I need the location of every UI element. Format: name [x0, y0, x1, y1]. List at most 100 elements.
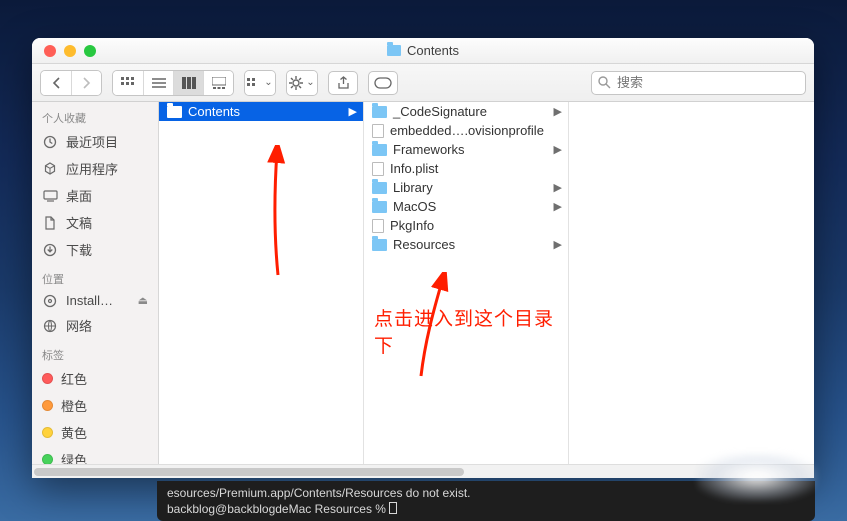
- gallery-icon: [212, 77, 226, 89]
- sidebar-item-recents[interactable]: 最近项目: [32, 128, 158, 155]
- tag-dot-icon: [42, 454, 53, 464]
- file-row-frameworks[interactable]: Frameworks ▶: [364, 140, 568, 159]
- folder-icon: [372, 239, 387, 251]
- chevron-right-icon: ▶: [554, 143, 562, 156]
- chevron-left-icon: [52, 77, 61, 89]
- column-2-empty: [569, 102, 814, 464]
- forward-button[interactable]: [71, 71, 101, 95]
- sidebar-item-label: 绿色: [61, 450, 87, 464]
- tag-dot-icon: [42, 373, 53, 384]
- app-icon: [42, 162, 58, 176]
- sidebar-item-label: 文稿: [66, 213, 92, 232]
- file-label: Info.plist: [390, 161, 438, 176]
- sidebar-item-label: 应用程序: [66, 159, 118, 178]
- sidebar-item-label: 网络: [66, 316, 92, 335]
- view-list-button[interactable]: [143, 71, 173, 95]
- sidebar-tag-green[interactable]: 绿色: [32, 446, 158, 464]
- file-row-resources[interactable]: Resources ▶: [364, 235, 568, 254]
- arrange-button[interactable]: ⌄: [245, 71, 275, 95]
- finder-body: 个人收藏 最近项目 应用程序 桌面 文稿 下载 位置: [32, 102, 814, 464]
- download-icon: [42, 243, 58, 257]
- view-icon-button[interactable]: [113, 71, 143, 95]
- sidebar-section-header: 位置: [32, 263, 158, 289]
- file-row-macos[interactable]: MacOS ▶: [364, 197, 568, 216]
- sidebar-item-documents[interactable]: 文稿: [32, 209, 158, 236]
- view-column-button[interactable]: [173, 71, 203, 95]
- sidebar-item-network[interactable]: 网络: [32, 312, 158, 339]
- sidebar-item-label: 最近项目: [66, 132, 118, 151]
- tag-dot-icon: [42, 400, 53, 411]
- search-icon: [598, 76, 611, 89]
- minimize-window-button[interactable]: [64, 45, 76, 57]
- grid-icon: [121, 77, 135, 89]
- column-1: _CodeSignature ▶ embedded….ovisionprofil…: [364, 102, 569, 464]
- file-row-library[interactable]: Library ▶: [364, 178, 568, 197]
- doc-icon: [42, 216, 58, 230]
- cursor-icon: [389, 502, 397, 514]
- chevron-down-icon: ⌄: [306, 77, 314, 88]
- share-button[interactable]: [328, 71, 358, 95]
- terminal-prompt: backblog@backblogdeMac Resources %: [167, 502, 389, 516]
- chevron-right-icon: ▶: [554, 200, 562, 213]
- column-view: Contents ▶ _CodeSignature ▶ embedded….ov…: [159, 102, 814, 464]
- file-row-codesignature[interactable]: _CodeSignature ▶: [364, 102, 568, 121]
- scrollbar-thumb[interactable]: [34, 468, 464, 476]
- file-label: Frameworks: [393, 142, 465, 157]
- file-label: embedded….ovisionprofile: [390, 123, 544, 138]
- folder-icon: [372, 144, 387, 156]
- columns-icon: [182, 77, 196, 89]
- file-row-contents[interactable]: Contents ▶: [159, 102, 363, 121]
- back-button[interactable]: [41, 71, 71, 95]
- folder-icon: [372, 106, 387, 118]
- folder-icon: [372, 182, 387, 194]
- search-field[interactable]: [591, 71, 806, 95]
- chevron-right-icon: ▶: [554, 181, 562, 194]
- sidebar-section-header: 标签: [32, 339, 158, 365]
- file-label: Resources: [393, 237, 455, 252]
- globe-icon: [42, 319, 58, 333]
- chevron-right-icon: ▶: [349, 105, 357, 118]
- document-icon: [372, 219, 384, 233]
- sidebar-tag-yellow[interactable]: 黄色: [32, 419, 158, 446]
- sidebar-item-applications[interactable]: 应用程序: [32, 155, 158, 182]
- sidebar-section-header: 个人收藏: [32, 102, 158, 128]
- tag-dot-icon: [42, 427, 53, 438]
- zoom-window-button[interactable]: [84, 45, 96, 57]
- sidebar-item-label: Install…: [66, 293, 113, 308]
- sidebar-item-downloads[interactable]: 下载: [32, 236, 158, 263]
- action-button[interactable]: ⌄: [287, 71, 317, 95]
- nav-back-forward: [40, 70, 102, 96]
- chevron-down-icon: ⌄: [264, 77, 272, 88]
- desktop-icon: [42, 189, 58, 203]
- file-row-pkginfo[interactable]: PkgInfo: [364, 216, 568, 235]
- sidebar-item-label: 橙色: [61, 396, 87, 415]
- file-row-info-plist[interactable]: Info.plist: [364, 159, 568, 178]
- column-0: Contents ▶: [159, 102, 364, 464]
- sidebar-tag-orange[interactable]: 橙色: [32, 392, 158, 419]
- share-icon: [337, 76, 350, 90]
- chevron-right-icon: ▶: [554, 105, 562, 118]
- tag-icon: [374, 77, 392, 89]
- sidebar-item-desktop[interactable]: 桌面: [32, 182, 158, 209]
- file-label: _CodeSignature: [393, 104, 487, 119]
- arrange-menu[interactable]: ⌄: [244, 70, 276, 96]
- tags-button[interactable]: [368, 71, 398, 95]
- view-gallery-button[interactable]: [203, 71, 233, 95]
- close-window-button[interactable]: [44, 45, 56, 57]
- eject-icon[interactable]: ⏏: [138, 294, 148, 307]
- search-input[interactable]: [617, 75, 799, 90]
- sidebar-item-install-disk[interactable]: Install… ⏏: [32, 289, 158, 312]
- file-label: Library: [393, 180, 433, 195]
- action-menu[interactable]: ⌄: [286, 70, 318, 96]
- traffic-lights: [32, 45, 96, 57]
- titlebar: Contents: [32, 38, 814, 64]
- document-icon: [372, 124, 384, 138]
- file-row-embedded[interactable]: embedded….ovisionprofile: [364, 121, 568, 140]
- toolbar: ⌄ ⌄: [32, 64, 814, 102]
- terminal-line: esources/Premium.app/Contents/Resources …: [167, 486, 470, 500]
- sidebar-tag-red[interactable]: 红色: [32, 365, 158, 392]
- file-label: MacOS: [393, 199, 436, 214]
- window-title: Contents: [32, 43, 814, 58]
- sidebar-item-label: 红色: [61, 369, 87, 388]
- document-icon: [372, 162, 384, 176]
